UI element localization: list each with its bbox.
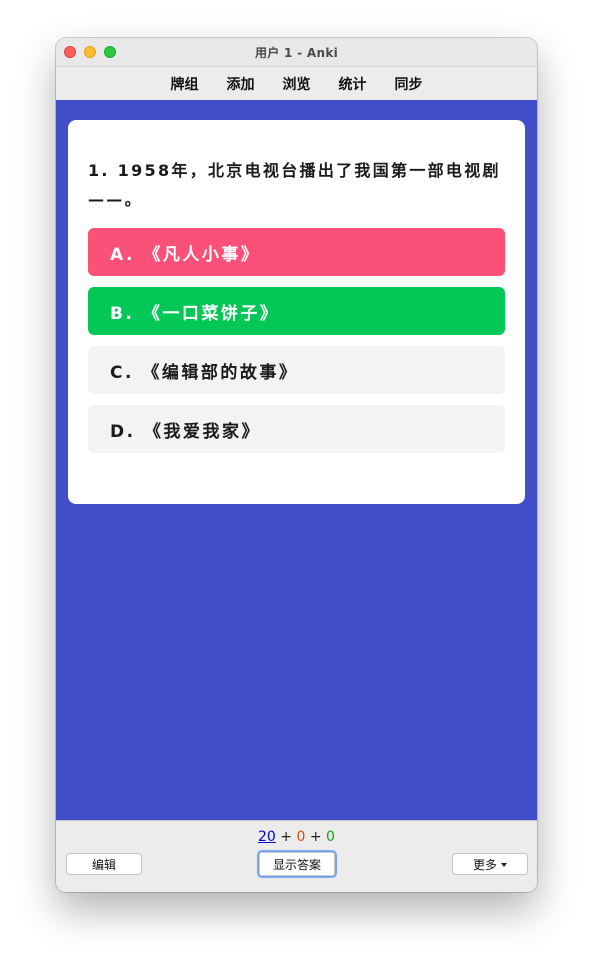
new-count[interactable]: 20 [258,829,276,845]
review-area: 1. 1958年，北京电视台播出了我国第一部电视剧——。 A. 《凡人小事》 B… [56,100,537,820]
close-window-button[interactable] [64,46,76,58]
more-button-label: 更多 [472,857,497,872]
review-count: 0 [326,829,335,845]
edit-button-label: 编辑 [91,857,116,872]
show-answer-button[interactable]: 显示答案 [257,850,337,878]
anki-window: 用户 1 - Anki 牌组 添加 浏览 统计 同步 1. 1958年，北京电视… [56,38,537,892]
window-controls [64,46,116,58]
option-d[interactable]: D. 《我爱我家》 [88,405,505,453]
minimize-window-button[interactable] [84,46,96,58]
option-c[interactable]: C. 《编辑部的故事》 [88,346,505,394]
question-text: 1. 1958年，北京电视台播出了我国第一部电视剧——。 [88,161,501,209]
question-card: 1. 1958年，北京电视台播出了我国第一部电视剧——。 A. 《凡人小事》 B… [68,120,525,504]
maximize-window-button[interactable] [104,46,116,58]
more-button[interactable]: 更多 [452,853,528,875]
learning-count: 0 [296,829,306,845]
bottom-bar: 20 + 0 + 0 编辑 显示答案 更多 [56,820,537,892]
title-bar: 用户 1 - Anki [56,38,537,67]
toolbar-stats[interactable]: 统计 [325,74,381,94]
option-b[interactable]: B. 《一口菜饼子》 [88,287,505,335]
count-separator: + [280,829,293,845]
main-toolbar: 牌组 添加 浏览 统计 同步 [56,67,537,101]
option-a[interactable]: A. 《凡人小事》 [88,228,505,276]
toolbar-add[interactable]: 添加 [213,74,269,94]
toolbar-decks[interactable]: 牌组 [157,74,213,94]
window-title: 用户 1 - Anki [254,45,339,60]
toolbar-browse[interactable]: 浏览 [269,74,325,94]
caret-down-icon [501,863,507,867]
count-separator: + [309,829,322,845]
toolbar-sync[interactable]: 同步 [381,74,437,94]
show-answer-label: 显示答案 [272,857,321,872]
due-counts: 20 + 0 + 0 [56,829,537,845]
edit-button[interactable]: 编辑 [66,853,142,875]
